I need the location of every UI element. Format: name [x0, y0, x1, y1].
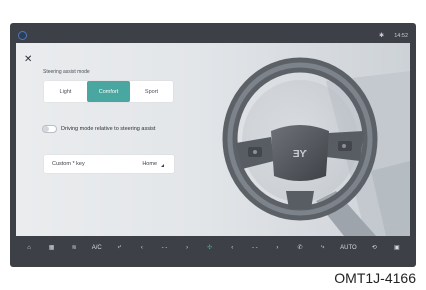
air-flow-icon[interactable]: ≋	[69, 241, 79, 255]
steering-mode-selector: Light Comfort Sport	[44, 81, 173, 102]
clock: 14:52	[394, 33, 408, 39]
bluetooth-icon: ✱	[378, 33, 384, 39]
seat-heat-right-icon[interactable]: ⤷	[318, 241, 328, 255]
temp-left-increase-icon[interactable]: ›	[182, 241, 192, 255]
temp-right-value: - -	[251, 244, 258, 251]
steering-settings-screen: ✕ Steering assist mode Light Comfort Spo…	[16, 43, 410, 236]
recirculation-icon[interactable]: ⟲	[369, 241, 379, 255]
driving-mode-toggle-row: Driving mode relative to steering assist	[42, 123, 155, 135]
temp-right-decrease-icon[interactable]: ‹	[227, 241, 237, 255]
temp-left-value: - -	[161, 244, 168, 251]
custom-key-value: Home	[142, 161, 157, 167]
driving-mode-toggle-label: Driving mode relative to steering assist	[61, 126, 156, 132]
defrost-icon[interactable]: ▣	[392, 241, 402, 255]
fan-icon[interactable]: ✣	[205, 241, 215, 255]
phone-icon[interactable]: ✆	[295, 241, 305, 255]
toggle-knob	[43, 126, 49, 132]
apps-icon[interactable]: ▦	[47, 241, 57, 255]
driving-mode-toggle[interactable]	[42, 125, 57, 133]
steering-mode-title: Steering assist mode	[43, 69, 90, 75]
mode-light-button[interactable]: Light	[44, 81, 87, 102]
home-icon[interactable]: ⌂	[24, 241, 34, 255]
status-bar: ✱ 14:52	[10, 30, 416, 42]
bottom-dock: ⌂ ▦ ≋ A/C ⤶ ‹ - - › ✣ ‹ - - › ✆ ⤷ AUTO ⟲…	[16, 236, 410, 259]
custom-key-label: Custom * key	[52, 161, 85, 167]
profile-icon[interactable]	[18, 31, 27, 40]
close-icon[interactable]: ✕	[24, 55, 32, 65]
custom-key-dropdown[interactable]: Custom * key Home	[44, 155, 174, 173]
mode-comfort-button[interactable]: Comfort	[87, 81, 130, 102]
auto-button[interactable]: AUTO	[340, 241, 357, 255]
mode-sport-button[interactable]: Sport	[130, 81, 173, 102]
dropdown-caret-icon	[161, 164, 164, 167]
svg-text:ƎƳ: ƎƳ	[293, 149, 308, 160]
temp-right-increase-icon[interactable]: ›	[272, 241, 282, 255]
steering-wheel-illustration: ƎƳ	[222, 57, 410, 236]
temp-left-decrease-icon[interactable]: ‹	[137, 241, 147, 255]
ac-button[interactable]: A/C	[92, 241, 102, 255]
figure-code: OMT1J-4166	[334, 270, 416, 286]
seat-heat-left-icon[interactable]: ⤶	[114, 241, 124, 255]
